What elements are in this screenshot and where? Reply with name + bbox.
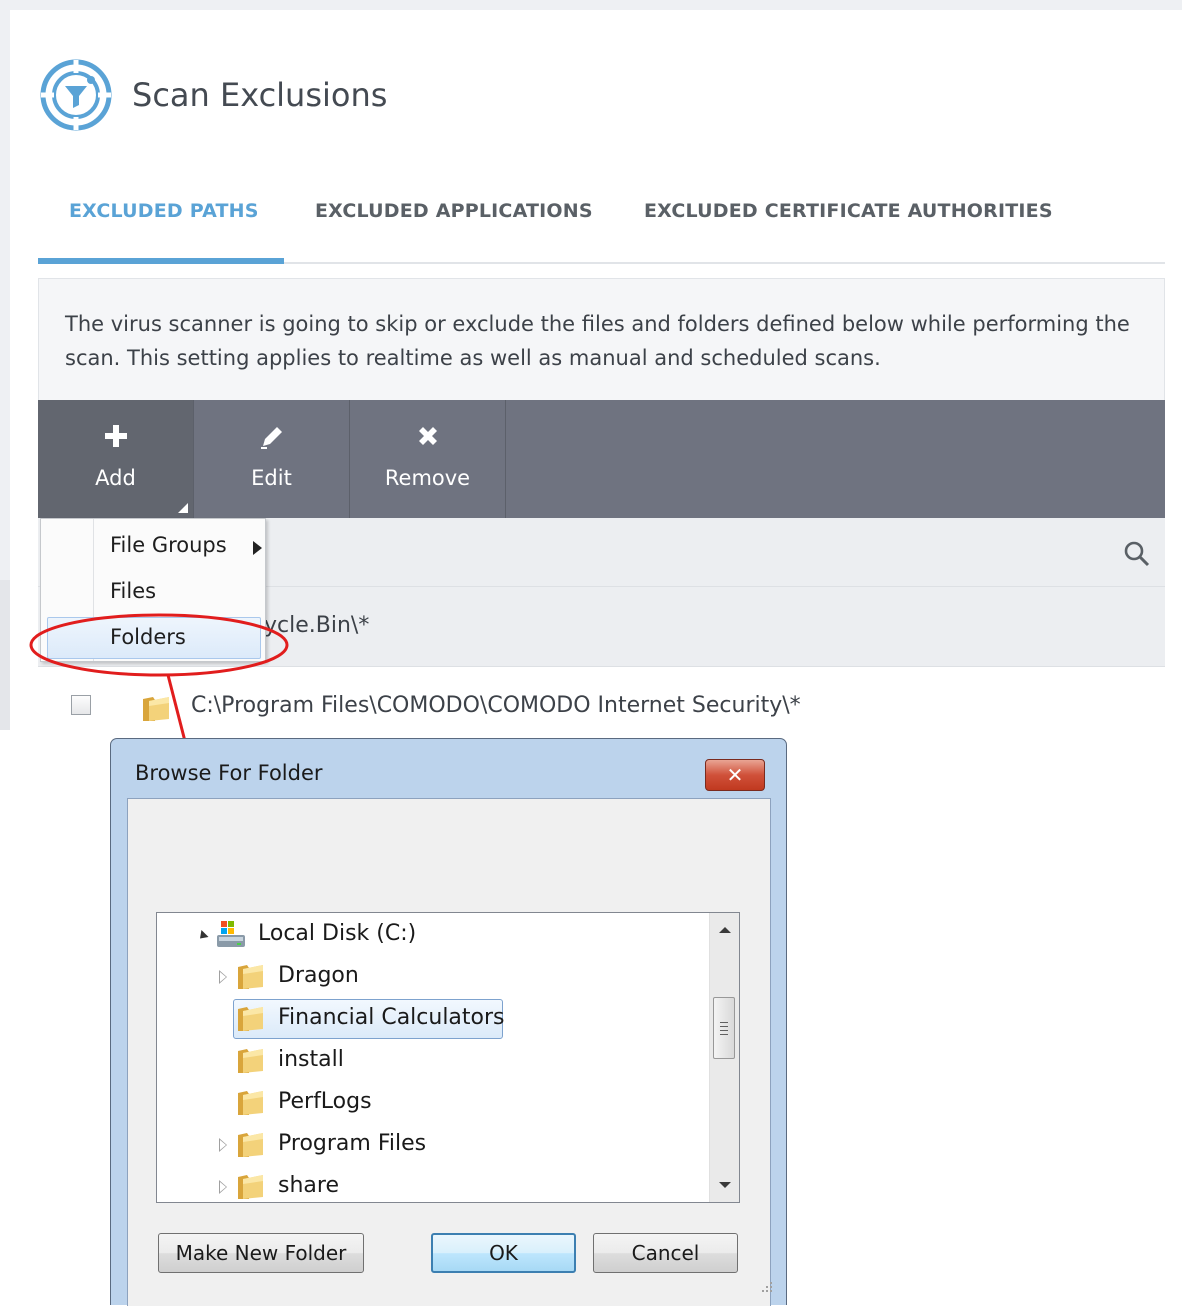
tree-item-install[interactable]: install (157, 1043, 707, 1079)
tree-item-label: Program Files (278, 1131, 427, 1156)
highlight-ellipse (29, 613, 289, 677)
scroll-up-arrow-icon[interactable] (719, 927, 731, 933)
tree-scrollbar[interactable] (709, 913, 739, 1202)
folder-icon (236, 1130, 266, 1164)
tree-item-label: Financial Calculators (278, 1005, 505, 1030)
cancel-button[interactable]: Cancel (593, 1233, 738, 1273)
make-new-folder-button[interactable]: Make New Folder (158, 1233, 364, 1273)
folder-tree[interactable]: Local Disk (C:) Dragon Financial Calcula… (156, 912, 740, 1203)
tree-item-label: install (278, 1047, 344, 1072)
folder-icon (236, 1046, 266, 1080)
tree-item-perflogs[interactable]: PerfLogs (157, 1085, 707, 1121)
close-icon: ✕ (726, 763, 744, 787)
tree-item-dragon[interactable]: Dragon (157, 959, 707, 995)
close-button[interactable]: ✕ (705, 759, 765, 791)
grip-line (720, 1034, 728, 1035)
tree-item-share[interactable]: share (157, 1169, 707, 1202)
expanded-arrow-icon[interactable] (196, 929, 209, 943)
ok-button[interactable]: OK (431, 1233, 576, 1273)
scroll-thumb[interactable] (713, 997, 735, 1059)
grip-line (720, 1022, 728, 1023)
folder-icon (236, 1172, 266, 1202)
collapsed-arrow-icon[interactable] (219, 970, 227, 984)
scroll-down-arrow-icon[interactable] (719, 1182, 731, 1188)
collapsed-arrow-icon[interactable] (219, 1180, 227, 1194)
tree-item-label: share (278, 1173, 339, 1198)
collapsed-arrow-icon[interactable] (219, 1138, 227, 1152)
drive-icon (215, 919, 247, 955)
tree-item-label: Local Disk (C:) (258, 921, 417, 946)
tree-item-financial-calculators[interactable]: Financial Calculators (157, 1001, 707, 1037)
folder-icon (236, 1004, 266, 1038)
grip-line (720, 1026, 728, 1027)
folder-icon (236, 962, 266, 996)
folder-icon (236, 1088, 266, 1122)
tree-item-label: PerfLogs (278, 1089, 372, 1114)
tree-item-label: Dragon (278, 963, 359, 988)
grip-line (720, 1030, 728, 1031)
tree-item-local-disk[interactable]: Local Disk (C:) (157, 917, 707, 953)
dialog-title: Browse For Folder (135, 761, 323, 785)
tree-item-program-files[interactable]: Program Files (157, 1127, 707, 1163)
